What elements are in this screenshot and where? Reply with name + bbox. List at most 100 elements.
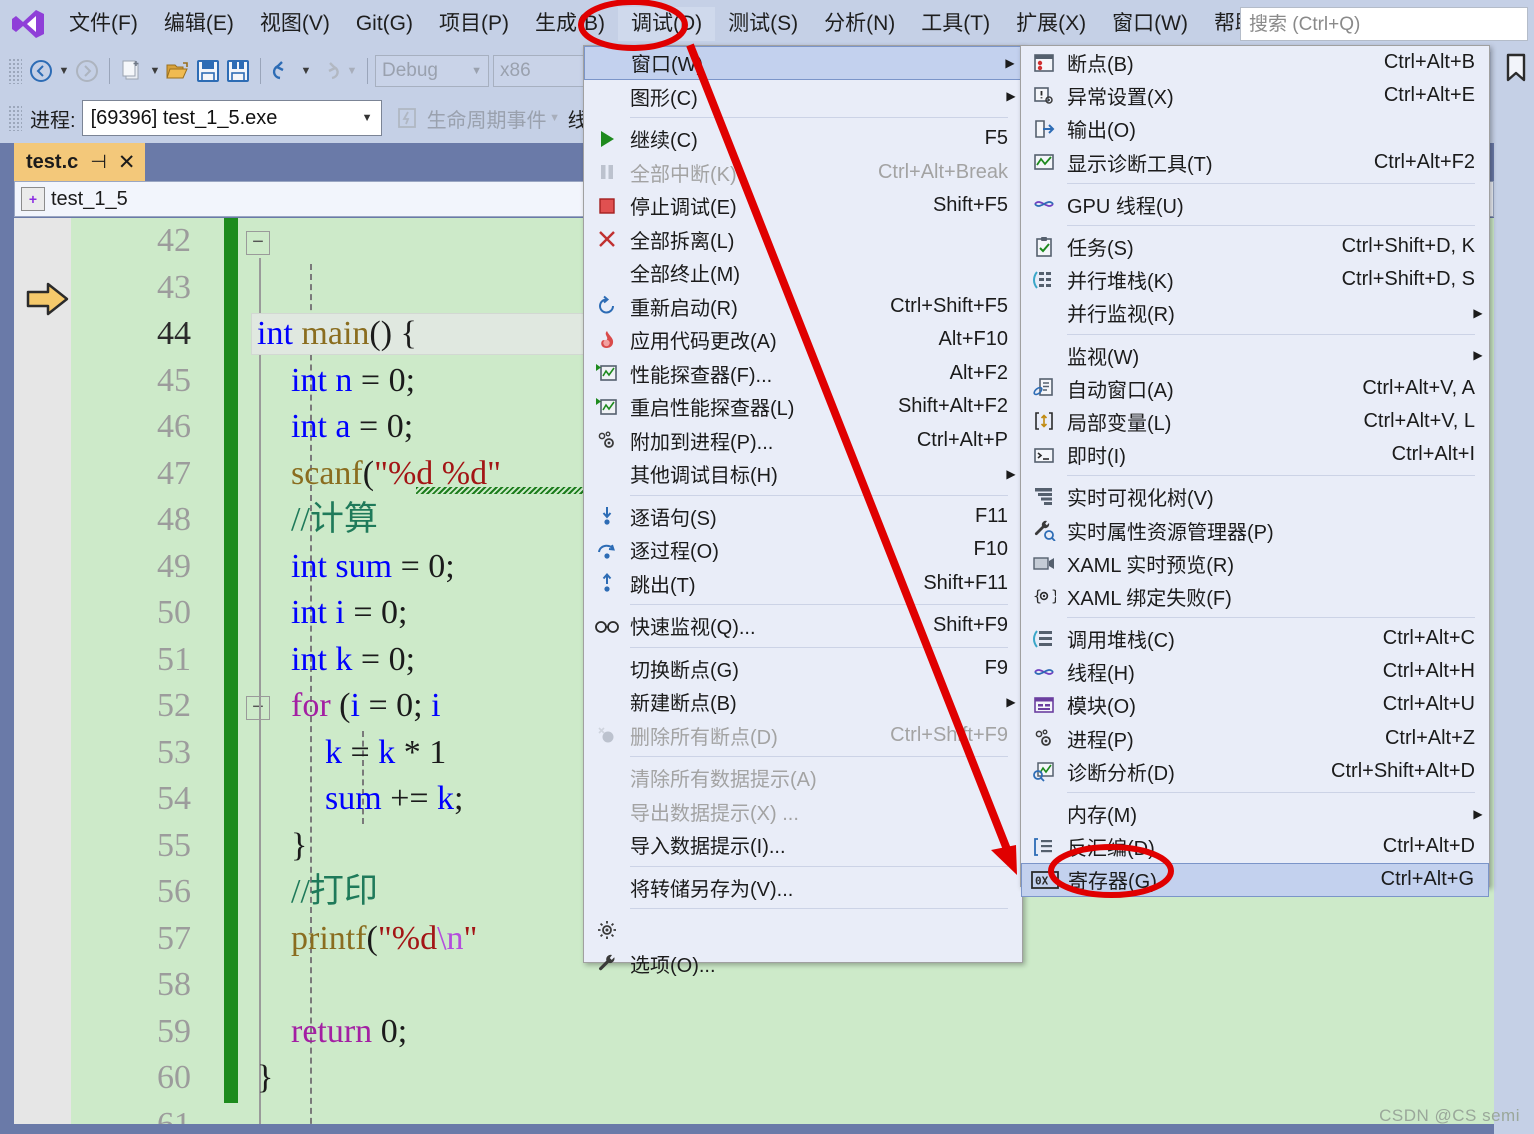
menu-item-detach-all[interactable]: 全部拆离(L): [584, 223, 1022, 257]
menu-item-options[interactable]: [584, 913, 1022, 947]
open-file-icon[interactable]: [163, 56, 193, 86]
code-text: int a = 0;: [291, 408, 414, 445]
navigate-back-dropdown-icon[interactable]: ▼: [56, 57, 72, 85]
navigation-project-name[interactable]: test_1_5: [51, 188, 128, 211]
lifecycle-events-icon[interactable]: [392, 103, 422, 133]
submenu-item-breakpoints[interactable]: 断点(B) Ctrl+Alt+B: [1021, 46, 1489, 79]
menu-project[interactable]: 项目(P): [426, 7, 522, 41]
close-icon[interactable]: ✕: [118, 150, 136, 175]
submenu-item-call-stack[interactable]: 调用堆栈(C) Ctrl+Alt+C: [1021, 622, 1489, 655]
menu-item-export-datatips[interactable]: 导出数据提示(X) ...: [584, 795, 1022, 829]
code-line-60[interactable]: 60 }: [71, 1055, 1494, 1102]
menu-item-graphics[interactable]: 图形(C) ▶: [584, 80, 1022, 114]
submenu-item-threads[interactable]: 线程(H) Ctrl+Alt+H: [1021, 655, 1489, 688]
submenu-item-live-visual-tree[interactable]: 实时可视化树(V): [1021, 480, 1489, 513]
menu-item-new-breakpoint[interactable]: 新建断点(B) ▶: [584, 685, 1022, 719]
menu-view[interactable]: 视图(V): [247, 7, 343, 41]
menu-item-quickwatch[interactable]: 快速监视(Q)... Shift+F9: [584, 609, 1022, 643]
submenu-item-memory[interactable]: 内存(M) ▶: [1021, 797, 1489, 830]
menu-item-save-dump-as[interactable]: 将转储另存为(V)...: [584, 871, 1022, 905]
submenu-item-modules[interactable]: 模块(O) Ctrl+Alt+U: [1021, 688, 1489, 721]
new-project-dropdown-icon[interactable]: ▼: [147, 57, 163, 85]
submenu-item-xaml-binding-failures[interactable]: { } XAML 绑定失败(F): [1021, 580, 1489, 613]
tab-test-c[interactable]: test.c ⊣ ✕: [14, 143, 146, 181]
menu-item-delete-all-breakpoints[interactable]: 删除所有断点(D) Ctrl+Shift+F9: [584, 719, 1022, 753]
submenu-item-parallel-watch[interactable]: 并行监视(R) ▶: [1021, 296, 1489, 329]
lifecycle-events-label[interactable]: 生命周期事件: [427, 104, 547, 133]
navigate-forward-icon[interactable]: [72, 56, 102, 86]
menu-build[interactable]: 生成(B): [522, 7, 618, 41]
undo-dropdown-icon[interactable]: ▼: [298, 57, 314, 85]
menu-item-debug-properties[interactable]: 选项(O)...: [584, 947, 1022, 981]
undo-icon[interactable]: [268, 56, 298, 86]
menu-item-break-all[interactable]: 全部中断(K) Ctrl+Alt+Break: [584, 156, 1022, 190]
submenu-item-watch[interactable]: 监视(W) ▶: [1021, 339, 1489, 372]
line-number: 56: [157, 873, 191, 910]
windows-submenu[interactable]: 断点(B) Ctrl+Alt+B 异常设置(X) Ctrl+Alt+E 输出(O…: [1020, 45, 1490, 897]
bookmark-icon[interactable]: [1504, 53, 1528, 88]
submenu-item-processes[interactable]: 进程(P) Ctrl+Alt+Z: [1021, 722, 1489, 755]
menu-analyze[interactable]: 分析(N): [811, 7, 908, 41]
menu-test[interactable]: 测试(S): [715, 7, 811, 41]
submenu-item-parallel-stacks[interactable]: 并行堆栈(K) Ctrl+Shift+D, S: [1021, 263, 1489, 296]
menu-file[interactable]: 文件(F): [56, 7, 151, 41]
menu-item-import-datatips[interactable]: 导入数据提示(I)...: [584, 828, 1022, 862]
toolbar-grip-2[interactable]: [8, 105, 22, 131]
navigate-back-icon[interactable]: [26, 56, 56, 86]
submenu-item-output[interactable]: 输出(O): [1021, 112, 1489, 145]
redo-dropdown-icon[interactable]: ▼: [344, 57, 360, 85]
submenu-item-diagnostic-analysis[interactable]: 诊断分析(D) Ctrl+Shift+Alt+D: [1021, 755, 1489, 788]
menu-item-performance-profiler[interactable]: 性能探查器(F)... Alt+F2: [584, 357, 1022, 391]
save-icon[interactable]: [193, 56, 223, 86]
submenu-item-registers[interactable]: 0X 寄存器(G) Ctrl+Alt+G: [1021, 863, 1489, 897]
submenu-item-autos[interactable]: 自动窗口(A) Ctrl+Alt+V, A: [1021, 372, 1489, 405]
registers-icon: 0X: [1022, 864, 1068, 895]
submenu-item-immediate[interactable]: 即时(I) Ctrl+Alt+I: [1021, 438, 1489, 471]
menu-extensions[interactable]: 扩展(X): [1003, 7, 1099, 41]
menu-item-stop-debugging[interactable]: 停止调试(E) Shift+F5: [584, 189, 1022, 223]
toolbar-grip[interactable]: [8, 57, 22, 84]
menu-edit[interactable]: 编辑(E): [151, 7, 247, 41]
submenu-item-exception-settings[interactable]: 异常设置(X) Ctrl+Alt+E: [1021, 79, 1489, 112]
process-combo[interactable]: [69396] test_1_5.exe ▼: [81, 100, 382, 136]
code-line-59[interactable]: 59 return 0;: [71, 1009, 1494, 1056]
menu-item-terminate-all[interactable]: 全部终止(M): [584, 256, 1022, 290]
menu-git[interactable]: Git(G): [343, 7, 426, 41]
editor-gutter[interactable]: [14, 218, 71, 1124]
redo-icon[interactable]: [314, 56, 344, 86]
menu-item-relaunch-profiler[interactable]: 重启性能探查器(L) Shift+Alt+F2: [584, 390, 1022, 424]
debug-menu-dropdown[interactable]: 窗口(W) ▶ 图形(C) ▶ 继续(C) F5 全部中断(K) Ctrl+Al…: [583, 45, 1023, 977]
menu-item-clear-all-datatips[interactable]: 清除所有数据提示(A): [584, 761, 1022, 795]
lifecycle-dropdown-icon[interactable]: ▼: [547, 104, 563, 132]
new-project-icon[interactable]: [117, 56, 147, 86]
menu-item-apply-code-changes[interactable]: 应用代码更改(A) Alt+F10: [584, 323, 1022, 357]
menu-item-windows[interactable]: 窗口(W) ▶: [584, 46, 1022, 80]
submenu-item-disassembly[interactable]: 反汇编(D) Ctrl+Alt+D: [1021, 830, 1489, 863]
menu-tools[interactable]: 工具(T): [908, 7, 1003, 41]
search-input[interactable]: 搜索 (Ctrl+Q): [1240, 7, 1528, 41]
submenu-item-gpu-threads[interactable]: GPU 线程(U): [1021, 188, 1489, 221]
menu-item-restart[interactable]: 重新启动(R) Ctrl+Shift+F5: [584, 290, 1022, 324]
solution-configuration-combo[interactable]: Debug ▼: [375, 54, 489, 87]
menu-debug[interactable]: 调试(D): [617, 7, 716, 41]
menu-item-step-out[interactable]: 跳出(T) Shift+F11: [584, 567, 1022, 601]
menu-window[interactable]: 窗口(W): [1099, 7, 1201, 41]
menu-item-step-over[interactable]: 逐过程(O) F10: [584, 533, 1022, 567]
submenu-item-tasks[interactable]: 任务(S) Ctrl+Shift+D, K: [1021, 230, 1489, 263]
code-line-61[interactable]: 61: [71, 1102, 1494, 1125]
menu-item-attach-to-process[interactable]: 附加到进程(P)... Ctrl+Alt+P: [584, 424, 1022, 458]
menu-item-other-debug-targets[interactable]: 其他调试目标(H) ▶: [584, 457, 1022, 491]
menu-item-toggle-breakpoint[interactable]: 切换断点(G) F9: [584, 652, 1022, 686]
submenu-item-show-diagnostic-tools[interactable]: 显示诊断工具(T) Ctrl+Alt+F2: [1021, 146, 1489, 179]
menu-label: 删除所有断点(D): [630, 726, 778, 749]
save-all-icon[interactable]: [223, 56, 253, 86]
menu-item-continue[interactable]: 继续(C) F5: [584, 122, 1022, 156]
submenu-item-locals[interactable]: 局部变量(L) Ctrl+Alt+V, L: [1021, 405, 1489, 438]
submenu-item-xaml-live-preview[interactable]: XAML 实时预览(R): [1021, 547, 1489, 580]
menu-label: 断点(B): [1067, 54, 1134, 77]
menu-item-step-into[interactable]: 逐语句(S) F11: [584, 500, 1022, 534]
menu-shortcut: F10: [973, 538, 1008, 561]
pin-icon[interactable]: ⊣: [90, 151, 107, 174]
menu-label: 调用堆栈(C): [1067, 630, 1175, 653]
submenu-item-live-property-explorer[interactable]: 实时属性资源管理器(P): [1021, 513, 1489, 546]
